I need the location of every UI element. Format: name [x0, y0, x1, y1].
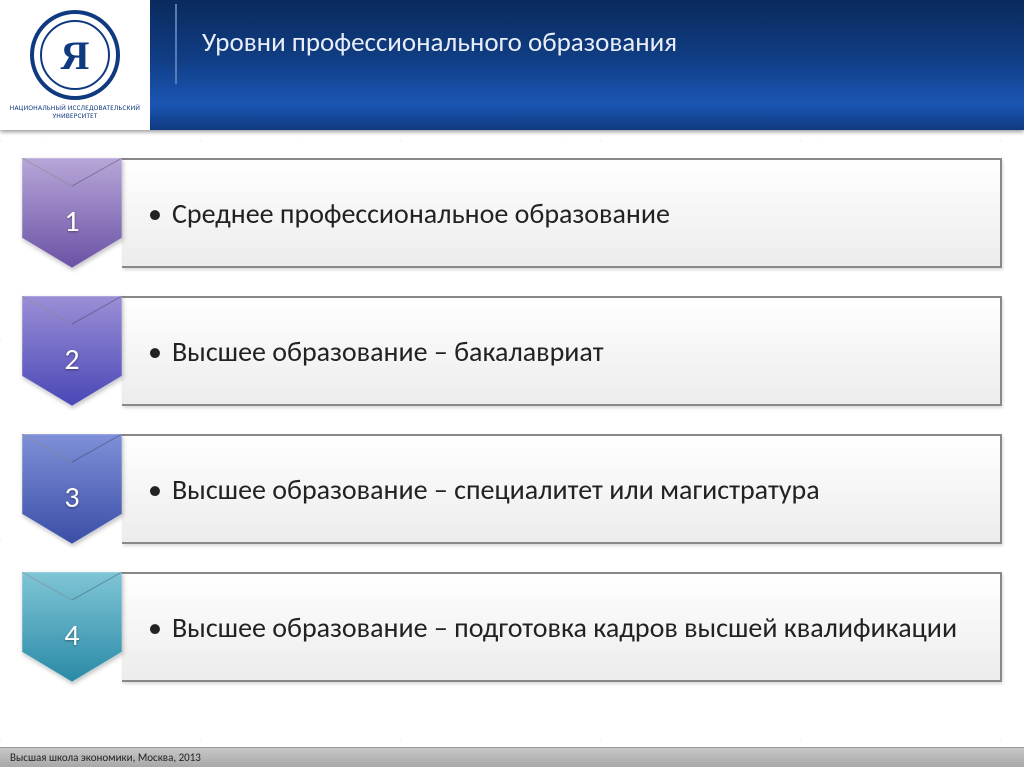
levels-list: 1 • Среднее профессиональное образование… [0, 130, 1024, 682]
level-text: Среднее профессиональное образование [172, 196, 670, 231]
chevron-badge-1: 1 [22, 158, 122, 268]
level-text: Высшее образование – подготовка кадров в… [172, 610, 957, 645]
logo-ring: Я [30, 10, 120, 100]
level-number: 4 [64, 617, 79, 654]
level-text-box: • Высшее образование – подготовка кадров… [122, 572, 1002, 682]
logo-letter: Я [61, 32, 90, 79]
level-text-box: • Среднее профессиональное образование [122, 158, 1002, 268]
level-text-box: • Высшее образование – специалитет или м… [122, 434, 1002, 544]
list-item: 3 • Высшее образование – специалитет или… [22, 434, 1002, 544]
page-title: Уровни профессионального образования [202, 26, 677, 59]
logo-subtext: НАЦИОНАЛЬНЫЙ ИССЛЕДОВАТЕЛЬСКИЙ УНИВЕРСИТ… [10, 104, 140, 119]
logo-sub-line2: УНИВЕРСИТЕТ [52, 111, 97, 120]
bullet-icon: • [148, 610, 162, 645]
list-item: 1 • Среднее профессиональное образование [22, 158, 1002, 268]
level-text: Высшее образование – специалитет или маг… [172, 472, 820, 507]
level-number: 1 [64, 203, 79, 240]
footer: Высшая школа экономики, Москва, 2013 [0, 747, 1024, 767]
list-item: 2 • Высшее образование – бакалавриат [22, 296, 1002, 406]
chevron-badge-4: 4 [22, 572, 122, 682]
level-text: Высшее образование – бакалавриат [172, 334, 604, 369]
bullet-icon: • [148, 196, 162, 231]
list-item: 4 • Высшее образование – подготовка кадр… [22, 572, 1002, 682]
level-text-box: • Высшее образование – бакалавриат [122, 296, 1002, 406]
bullet-icon: • [148, 472, 162, 507]
level-number: 2 [64, 341, 79, 378]
title-area: Уровни профессионального образования [150, 0, 1024, 84]
chevron-badge-3: 3 [22, 434, 122, 544]
footer-text: Высшая школа экономики, Москва, 2013 [10, 751, 201, 764]
title-divider [175, 4, 177, 84]
logo: Я НАЦИОНАЛЬНЫЙ ИССЛЕДОВАТЕЛЬСКИЙ УНИВЕРС… [0, 0, 150, 130]
level-number: 3 [64, 479, 79, 516]
header: Я НАЦИОНАЛЬНЫЙ ИССЛЕДОВАТЕЛЬСКИЙ УНИВЕРС… [0, 0, 1024, 130]
chevron-badge-2: 2 [22, 296, 122, 406]
bullet-icon: • [148, 334, 162, 369]
